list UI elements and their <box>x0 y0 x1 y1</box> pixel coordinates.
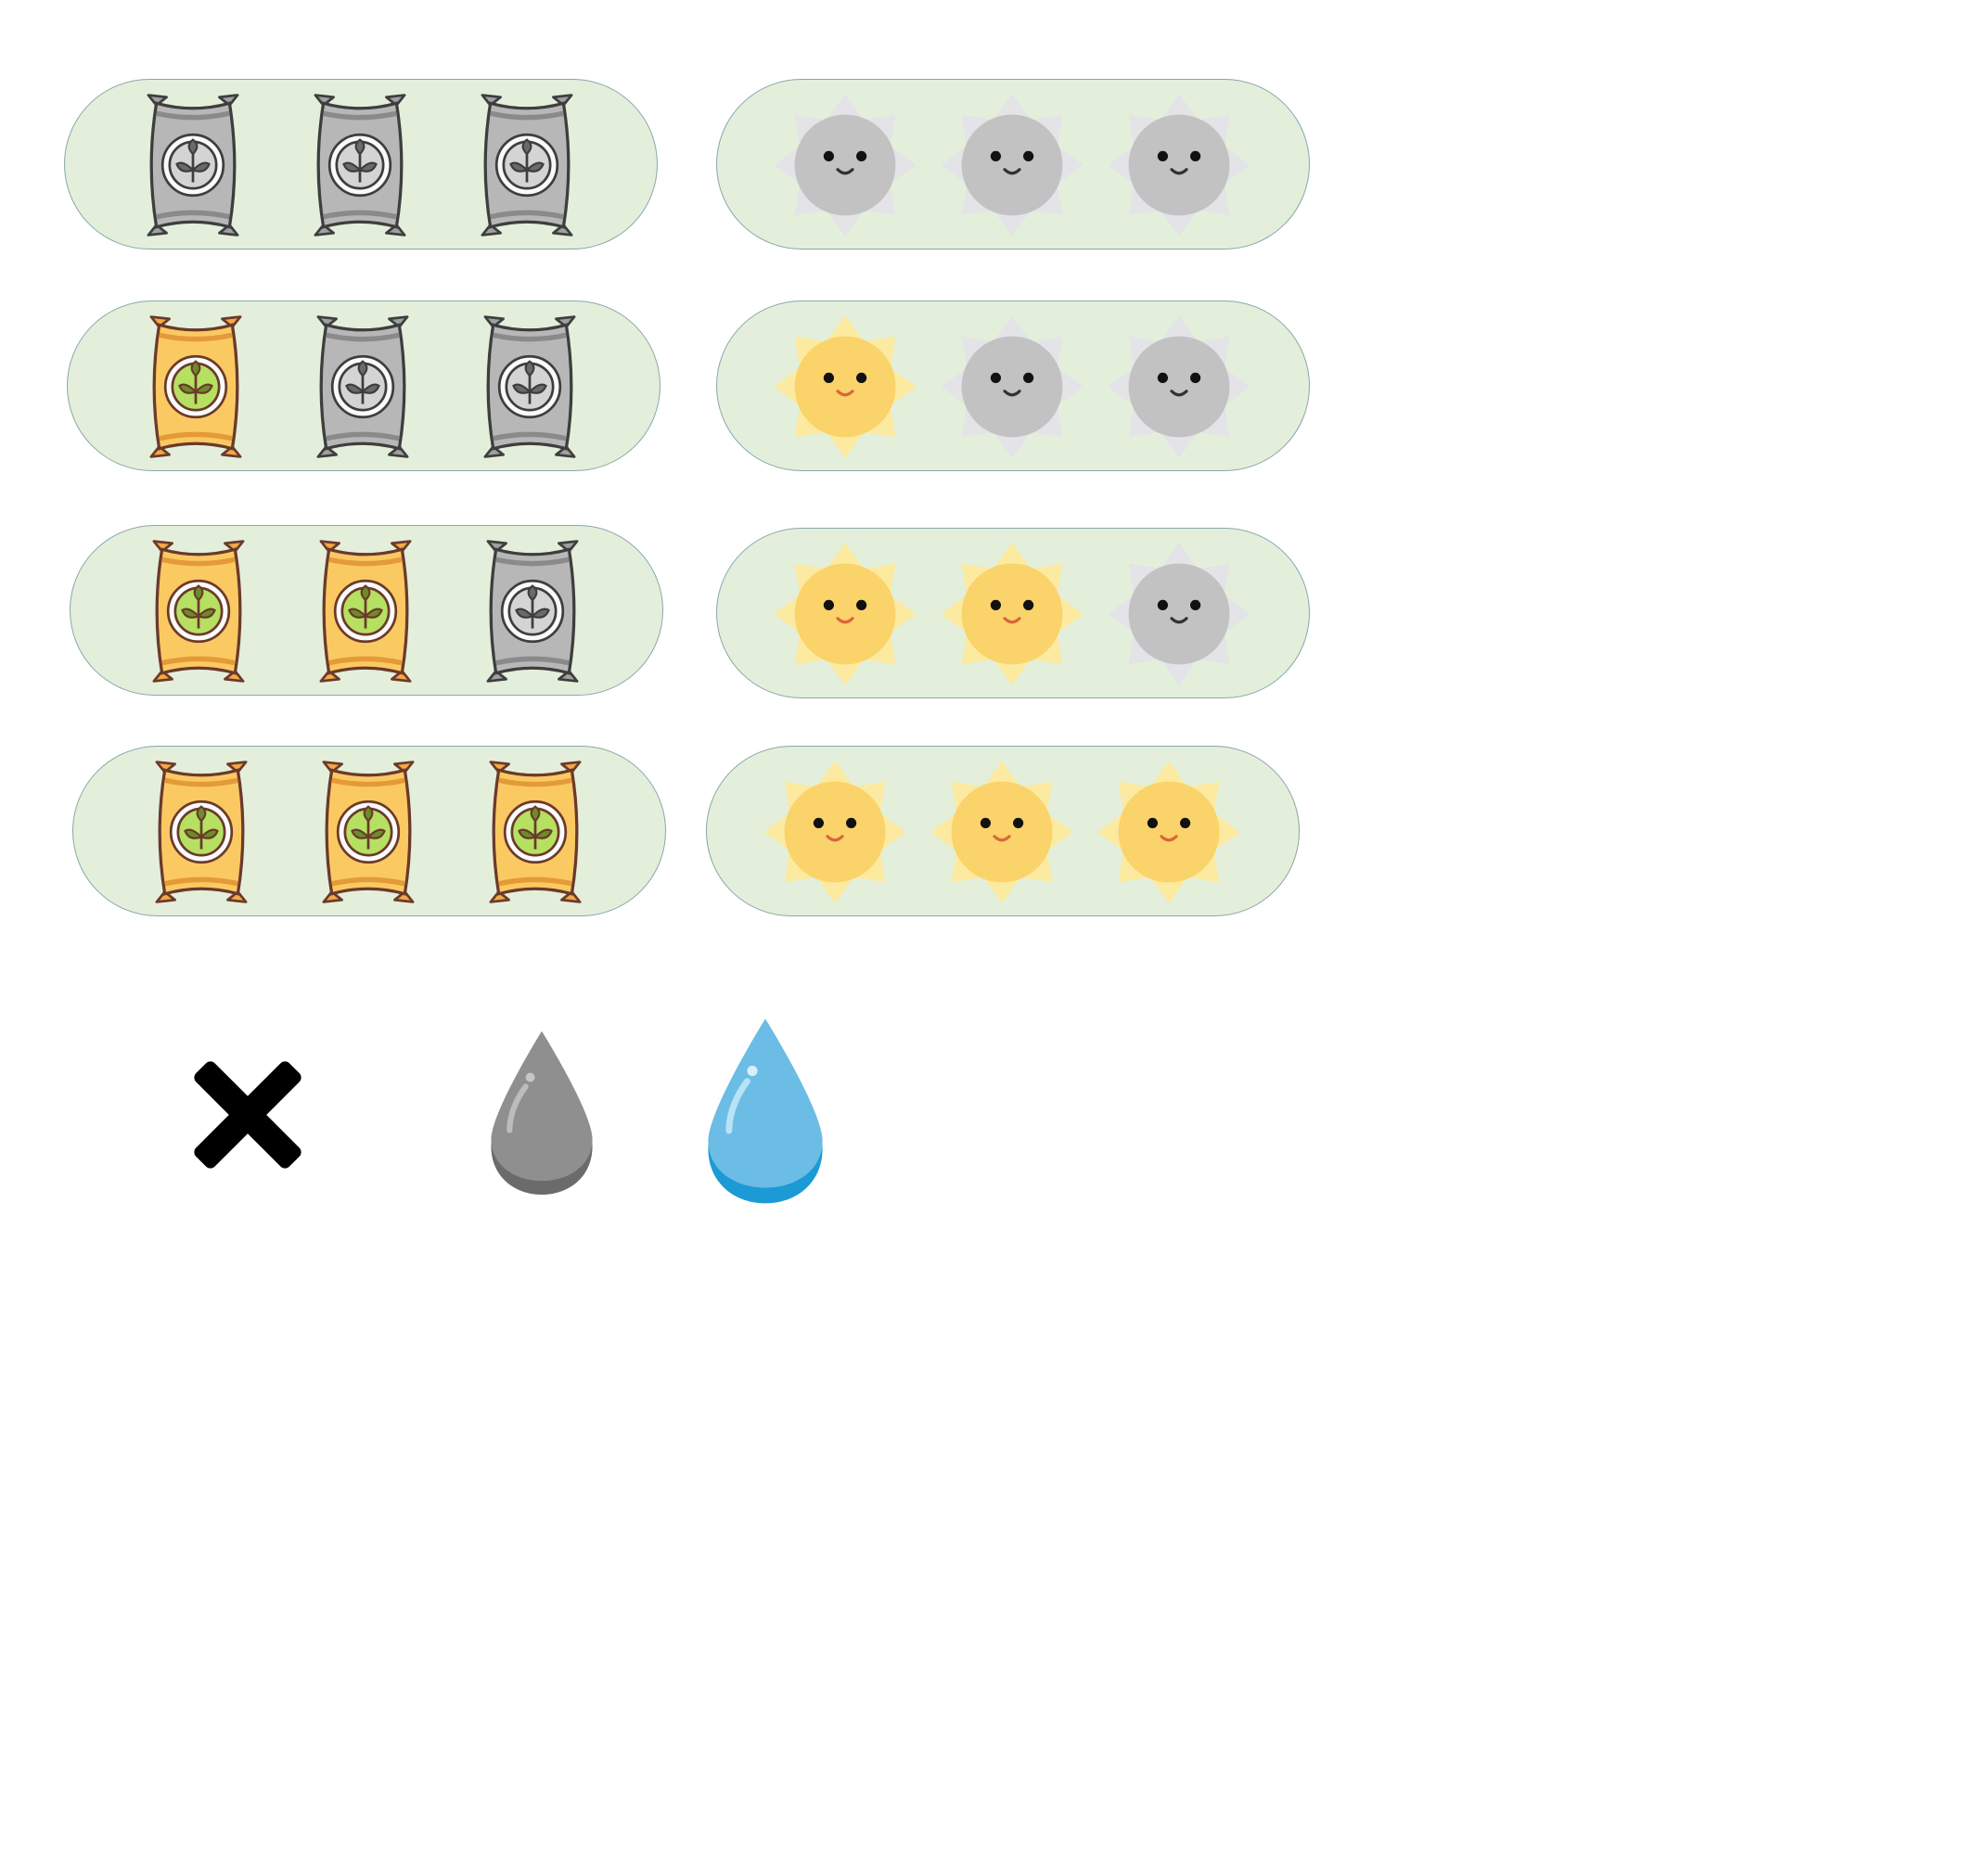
sun-icon-inactive[interactable] <box>1105 89 1253 241</box>
fertilizer-bag-icon-active[interactable] <box>124 535 273 687</box>
fertilizer-bag-icon-inactive[interactable] <box>458 535 607 687</box>
sun-icon-active[interactable] <box>761 756 909 908</box>
fertilizer-bag-icon-inactive[interactable] <box>453 89 601 241</box>
sun-icon-active[interactable] <box>938 538 1086 690</box>
water-drop-icon-active[interactable] <box>700 1011 830 1211</box>
fertilizer-bag-icon-inactive[interactable] <box>455 311 604 463</box>
sun-icon-inactive[interactable] <box>1105 311 1253 463</box>
fertilizer-bag-icon-inactive[interactable] <box>286 89 434 241</box>
sun-row-0 <box>716 79 1310 249</box>
sun-icon-active[interactable] <box>1095 756 1243 908</box>
fertilizer-bag-icon-active[interactable] <box>461 756 609 908</box>
sun-icon-active[interactable] <box>771 538 919 690</box>
sun-row-2 <box>716 528 1310 698</box>
fertilizer-bag-icon-active[interactable] <box>291 535 440 687</box>
fertilizer-bag-icon-active[interactable] <box>294 756 442 908</box>
fertilizer-row-1 <box>67 301 661 471</box>
close-x-icon[interactable] <box>186 1053 310 1177</box>
fertilizer-bag-icon-inactive[interactable] <box>289 311 437 463</box>
sun-row-1 <box>716 301 1310 471</box>
fertilizer-bag-icon-inactive[interactable] <box>119 89 267 241</box>
fertilizer-row-3 <box>72 746 666 916</box>
sun-icon-inactive[interactable] <box>771 89 919 241</box>
fertilizer-bag-icon-active[interactable] <box>122 311 270 463</box>
sun-icon-active[interactable] <box>928 756 1076 908</box>
fertilizer-row-0 <box>64 79 658 249</box>
sun-icon-active[interactable] <box>771 311 919 463</box>
fertilizer-bag-icon-active[interactable] <box>127 756 276 908</box>
fertilizer-row-2 <box>70 525 663 696</box>
sun-icon-inactive[interactable] <box>938 89 1086 241</box>
sun-row-3 <box>706 746 1300 916</box>
sun-icon-inactive[interactable] <box>1105 538 1253 690</box>
water-drop-icon-inactive[interactable] <box>484 1025 599 1201</box>
sun-icon-inactive[interactable] <box>938 311 1086 463</box>
